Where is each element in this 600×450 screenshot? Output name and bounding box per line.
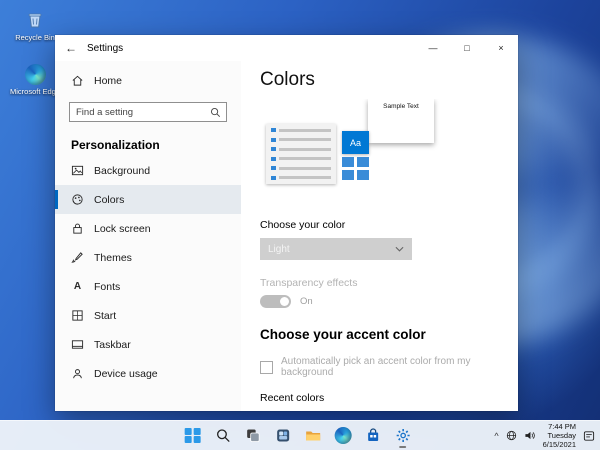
- widgets-button[interactable]: [271, 424, 295, 448]
- chevron-down-icon: [395, 246, 404, 252]
- desktop-icon-recycle-bin[interactable]: Recycle Bin: [8, 8, 62, 43]
- preview-tile-grid: [342, 157, 369, 180]
- sidebar-item-lock-screen[interactable]: Lock screen: [55, 214, 241, 243]
- desktop-icon-label: Microsoft Edge: [10, 88, 60, 97]
- sidebar-item-label: Themes: [94, 252, 132, 264]
- transparency-label: Transparency effects: [260, 277, 518, 289]
- sidebar-item-fonts[interactable]: A Fonts: [55, 272, 241, 301]
- color-preview-image: Sample Text Aa: [260, 99, 444, 189]
- page-title: Colors: [260, 69, 518, 91]
- settings-window: ← Settings — □ × Home Personalization Ba: [55, 35, 518, 411]
- start-button[interactable]: [181, 424, 205, 448]
- notification-icon[interactable]: [583, 430, 595, 442]
- running-app-indicator: [399, 446, 406, 448]
- file-explorer-icon: [304, 428, 321, 443]
- sidebar-item-colors[interactable]: Colors: [55, 185, 241, 214]
- home-icon: [71, 74, 84, 87]
- recycle-bin-icon: [23, 8, 47, 32]
- window-title: Settings: [87, 43, 123, 54]
- fonts-icon: A: [71, 281, 84, 292]
- color-mode-value: Light: [268, 244, 395, 255]
- sidebar-item-label: Fonts: [94, 281, 120, 293]
- search-icon[interactable]: [210, 107, 226, 118]
- aa-preview-tile: Aa: [342, 131, 369, 154]
- sidebar-item-device-usage[interactable]: Device usage: [55, 359, 241, 388]
- store-button[interactable]: [361, 424, 385, 448]
- sidebar-item-taskbar[interactable]: Taskbar: [55, 330, 241, 359]
- sidebar-item-label: Home: [94, 75, 122, 87]
- desktop-icon-microsoft-edge[interactable]: Microsoft Edge: [8, 62, 62, 97]
- sample-text-card: Sample Text: [368, 99, 434, 143]
- settings-sidebar: Home Personalization Background Colors L…: [55, 61, 241, 411]
- recent-colors-label: Recent colors: [260, 392, 518, 404]
- file-explorer-button[interactable]: [301, 424, 325, 448]
- maximize-button[interactable]: □: [450, 35, 484, 61]
- sidebar-item-label: Colors: [94, 194, 124, 206]
- sidebar-item-themes[interactable]: Themes: [55, 243, 241, 272]
- auto-accent-checkbox[interactable]: [260, 361, 273, 374]
- sidebar-item-label: Background: [94, 165, 150, 177]
- sidebar-section-header: Personalization: [71, 138, 241, 152]
- auto-accent-label: Automatically pick an accent color from …: [281, 356, 518, 378]
- sidebar-item-label: Device usage: [94, 368, 158, 380]
- colors-page: Colors Sample Text Aa Choose your color: [241, 61, 518, 411]
- edge-icon: [23, 62, 47, 86]
- edge-icon: [334, 427, 351, 444]
- preview-mini-settings: [266, 124, 336, 184]
- taskbar: ^ 7:44 PM Tuesday 6/15/2021: [0, 420, 600, 450]
- start-icon: [71, 309, 84, 322]
- widgets-icon: [275, 428, 290, 443]
- device-usage-icon: [71, 367, 84, 380]
- sidebar-item-background[interactable]: Background: [55, 156, 241, 185]
- titlebar: ← Settings — □ ×: [55, 35, 518, 61]
- sidebar-item-home[interactable]: Home: [55, 67, 241, 94]
- sample-text: Sample Text: [368, 103, 434, 110]
- colors-icon: [71, 193, 84, 206]
- sidebar-item-label: Taskbar: [94, 339, 131, 351]
- settings-app-button[interactable]: [391, 424, 415, 448]
- task-view-button[interactable]: [241, 424, 265, 448]
- windows-logo-icon: [185, 428, 201, 444]
- themes-icon: [71, 251, 84, 264]
- back-button[interactable]: ←: [55, 35, 87, 61]
- sidebar-item-start[interactable]: Start: [55, 301, 241, 330]
- transparency-toggle[interactable]: [260, 295, 291, 308]
- close-button[interactable]: ×: [484, 35, 518, 61]
- network-icon[interactable]: [506, 430, 517, 441]
- color-mode-dropdown[interactable]: Light: [260, 238, 412, 260]
- clock-time: 7:44 PM: [543, 422, 576, 431]
- window-controls: — □ ×: [416, 35, 518, 61]
- edge-button[interactable]: [331, 424, 355, 448]
- minimize-button[interactable]: —: [416, 35, 450, 61]
- store-icon: [365, 428, 380, 443]
- clock-date: 6/15/2021: [543, 440, 576, 449]
- search-input[interactable]: [70, 107, 210, 118]
- clock-day: Tuesday: [543, 431, 576, 440]
- accent-color-heading: Choose your accent color: [260, 327, 518, 342]
- search-box: [69, 102, 227, 122]
- toggle-knob: [280, 297, 289, 306]
- taskbar-icon: [71, 338, 84, 351]
- choose-color-label: Choose your color: [260, 219, 518, 231]
- toggle-state-label: On: [300, 296, 313, 307]
- desktop-icon-label: Recycle Bin: [15, 34, 55, 43]
- search-button[interactable]: [211, 424, 235, 448]
- volume-icon[interactable]: [524, 430, 536, 441]
- tray-chevron-up-icon[interactable]: ^: [494, 431, 498, 441]
- search-icon: [215, 428, 230, 443]
- settings-gear-icon: [395, 428, 410, 443]
- taskbar-clock[interactable]: 7:44 PM Tuesday 6/15/2021: [543, 422, 576, 449]
- task-view-icon: [245, 428, 260, 443]
- lock-icon: [71, 222, 84, 235]
- background-icon: [71, 164, 84, 177]
- sidebar-item-label: Lock screen: [94, 223, 151, 235]
- sidebar-item-label: Start: [94, 310, 116, 322]
